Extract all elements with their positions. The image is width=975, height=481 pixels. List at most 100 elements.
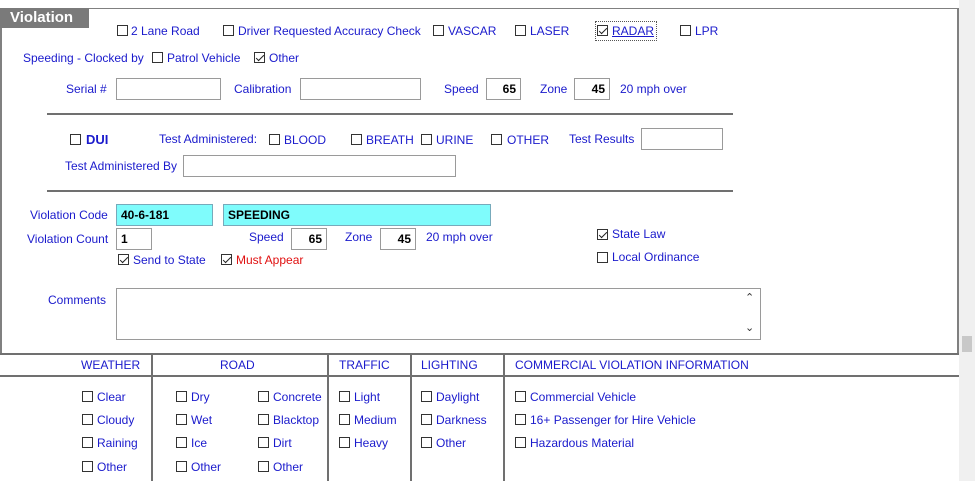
test-results-input[interactable] [641, 128, 723, 150]
label-weather-cloudy: Cloudy [97, 413, 135, 427]
violation-count-input[interactable]: 1 [116, 228, 152, 250]
violation-zone-input[interactable]: 45 [380, 228, 416, 250]
serial-input[interactable] [116, 78, 221, 100]
label-traffic-medium: Medium [354, 413, 397, 427]
label-road-other-2: Other [273, 460, 304, 474]
checkbox-weather-raining[interactable] [82, 437, 93, 448]
label-laser: LASER [530, 24, 570, 38]
checkbox-dui[interactable] [70, 134, 81, 145]
checkbox-accuracy-check[interactable] [223, 25, 234, 36]
checkbox-lighting-other[interactable] [421, 437, 432, 448]
label-local-ordinance: Local Ordinance [612, 250, 700, 264]
header-traffic: TRAFFIC [339, 358, 390, 372]
page-scrollbar-thumb[interactable] [962, 336, 972, 352]
violation-description-input[interactable]: SPEEDING [223, 204, 491, 226]
test-administered-by-input[interactable] [183, 155, 456, 177]
checkbox-weather-cloudy[interactable] [82, 414, 93, 425]
header-road: ROAD [220, 358, 255, 372]
label-road-blacktop: Blacktop [273, 413, 320, 427]
header-lighting: LIGHTING [421, 358, 478, 372]
checkbox-breath[interactable] [351, 134, 362, 145]
checkbox-traffic-medium[interactable] [339, 414, 350, 425]
label-commercial-vehicle: Commercial Vehicle [530, 390, 637, 404]
checkbox-blood[interactable] [269, 134, 280, 145]
label-road-other-1: Other [191, 460, 222, 474]
label-clocked-zone: Zone [540, 82, 568, 96]
label-road-dry: Dry [191, 390, 210, 404]
checkbox-radar[interactable] [597, 25, 608, 36]
header-commercial: COMMERCIAL VIOLATION INFORMATION [515, 358, 749, 372]
label-road-dirt: Dirt [273, 436, 292, 450]
checkbox-road-other-1[interactable] [176, 461, 187, 472]
checkbox-hazardous-material[interactable] [515, 437, 526, 448]
checkbox-send-to-state[interactable] [118, 254, 129, 265]
label-blood: BLOOD [284, 133, 327, 147]
checkbox-lighting-daylight[interactable] [421, 391, 432, 402]
checkbox-commercial-vehicle[interactable] [515, 391, 526, 402]
checkbox-road-dry[interactable] [176, 391, 187, 402]
label-must-appear: Must Appear [236, 253, 304, 267]
label-lighting-daylight: Daylight [436, 390, 480, 404]
label-violation-speed: Speed [249, 230, 284, 244]
clocked-speed-input[interactable]: 65 [486, 78, 521, 100]
violation-over-text: 20 mph over [426, 230, 493, 244]
label-lighting-other: Other [436, 436, 467, 450]
checkbox-road-blacktop[interactable] [258, 414, 269, 425]
checkbox-local-ordinance[interactable] [597, 252, 608, 263]
checkbox-weather-other[interactable] [82, 461, 93, 472]
checkbox-patrol-vehicle[interactable] [152, 52, 163, 63]
calibration-input[interactable] [300, 78, 421, 100]
checkbox-weather-clear[interactable] [82, 391, 93, 402]
checkbox-road-concrete[interactable] [258, 391, 269, 402]
checkbox-traffic-heavy[interactable] [339, 437, 350, 448]
grid-col-divider-3 [410, 353, 412, 481]
checkbox-clocked-other[interactable] [254, 52, 265, 63]
grid-col-divider-2 [327, 353, 329, 481]
checkbox-road-dirt[interactable] [258, 437, 269, 448]
label-lighting-darkness: Darkness [436, 413, 487, 427]
comments-scroll-down-icon[interactable]: ⌄ [745, 321, 754, 335]
label-road-ice: Ice [191, 436, 208, 450]
label-test-other: OTHER [507, 133, 549, 147]
grid-col-divider-4 [503, 353, 505, 481]
label-road-concrete: Concrete [273, 390, 322, 404]
label-calibration: Calibration [234, 82, 292, 96]
checkbox-traffic-light[interactable] [339, 391, 350, 402]
comments-scroll-up-icon[interactable]: ⌃ [745, 291, 754, 305]
label-test-administered-by: Test Administered By [65, 159, 178, 173]
checkbox-test-other[interactable] [491, 134, 502, 145]
checkbox-lpr[interactable] [680, 25, 691, 36]
label-violation-count: Violation Count [27, 232, 109, 246]
label-urine: URINE [436, 133, 474, 147]
checkbox-lighting-darkness[interactable] [421, 414, 432, 425]
label-patrol-vehicle: Patrol Vehicle [167, 51, 241, 65]
checkbox-state-law[interactable] [597, 229, 608, 240]
checkbox-road-other-2[interactable] [258, 461, 269, 472]
page-scrollbar[interactable] [959, 0, 975, 481]
label-passenger-for-hire: 16+ Passenger for Hire Vehicle [530, 413, 696, 427]
label-hazardous-material: Hazardous Material [530, 436, 635, 450]
label-dui: DUI [86, 132, 109, 147]
checkbox-2-lane-road[interactable] [117, 25, 128, 36]
label-weather-raining: Raining [97, 436, 138, 450]
checkbox-must-appear[interactable] [221, 254, 232, 265]
clocked-zone-input[interactable]: 45 [574, 78, 610, 100]
checkbox-vascar[interactable] [433, 25, 444, 36]
label-comments: Comments [48, 293, 107, 307]
checkbox-laser[interactable] [515, 25, 526, 36]
label-weather-other: Other [97, 460, 128, 474]
checkbox-road-wet[interactable] [176, 414, 187, 425]
violation-code-input[interactable]: 40-6-181 [116, 204, 213, 226]
label-road-wet: Wet [191, 413, 213, 427]
checkbox-road-ice[interactable] [176, 437, 187, 448]
violation-speed-input[interactable]: 65 [291, 228, 327, 250]
label-clocked-other: Other [269, 51, 300, 65]
grid-header-line [0, 375, 959, 377]
checkbox-urine[interactable] [421, 134, 432, 145]
label-breath: BREATH [366, 133, 414, 147]
grid-col-divider-1 [151, 353, 153, 481]
label-radar: RADAR [612, 24, 655, 38]
comments-textarea[interactable] [116, 288, 761, 340]
checkbox-passenger-for-hire[interactable] [515, 414, 526, 425]
clocked-over-text: 20 mph over [620, 82, 687, 96]
